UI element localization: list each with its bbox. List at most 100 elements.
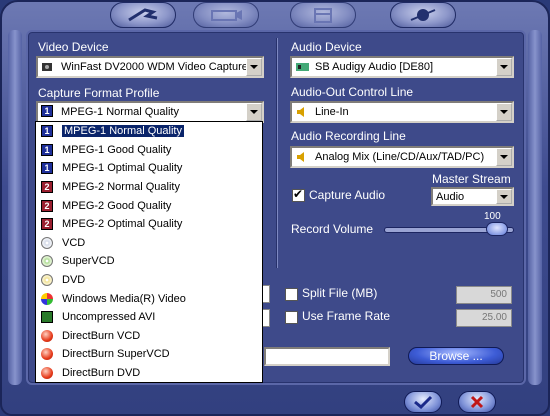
wmv-icon [40,292,54,305]
mpeg1-icon: 1 [40,125,54,138]
burn-icon [40,348,54,361]
profile-option[interactable]: 1 MPEG-1 Good Quality [36,141,262,160]
profile-option[interactable]: 1 MPEG-1 Normal Quality [36,122,262,141]
audio-recording-select[interactable]: Analog Mix (Line/CD/Aux/TAD/PC) [290,146,514,168]
profile-option-label: DVD [62,274,86,287]
audio-recording-value: Analog Mix (Line/CD/Aux/TAD/PC) [315,151,485,163]
tab-video[interactable] [193,2,259,28]
calendar-icon [314,8,332,23]
profile-option[interactable]: DirectBurn DVD [36,364,262,383]
split-file-label: Split File (MB) [302,286,378,300]
hidden-field-edge [262,285,270,303]
chevron-down-icon[interactable] [246,103,262,121]
profile-option-label: MPEG-1 Normal Quality [61,124,185,139]
profile-option-label: Windows Media(R) Video [62,292,186,305]
video-device-value: WinFast DV2000 WDM Video Capture. [61,61,246,73]
right-frame-strip [528,30,542,385]
svcd-icon [40,255,54,268]
record-volume-label: Record Volume [291,222,374,236]
profile-option-label: DirectBurn DVD [62,367,141,380]
checkmark-icon [414,395,433,409]
mpeg1-icon: 1 [40,162,54,175]
speaker-icon [295,105,311,119]
chevron-down-icon[interactable] [496,58,512,76]
left-frame-strip [8,30,22,385]
audio-device-select[interactable]: SB Audigy Audio [DE80] [290,56,514,78]
cd-icon [40,236,54,249]
profile-option[interactable]: 2 MPEG-2 Normal Quality [36,178,262,197]
profile-option[interactable]: Uncompressed AVI [36,308,262,327]
profile-option-label: VCD [62,236,86,249]
frame-rate-checkbox[interactable] [285,311,298,324]
browse-button[interactable]: Browse ... [408,347,504,365]
tab-advanced[interactable] [390,2,456,28]
profile-option-label: DirectBurn VCD [62,329,141,342]
mpeg1-icon: 1 [41,105,57,119]
ok-button[interactable] [404,391,442,413]
video-icon [211,10,242,21]
frame-rate-label: Use Frame Rate [302,309,391,323]
video-device-select[interactable]: WinFast DV2000 WDM Video Capture. [36,56,264,78]
master-stream-value: Audio [436,190,465,203]
capture-audio-checkbox[interactable] [292,187,305,202]
capture-profile-dropdown-list[interactable]: 1 MPEG-1 Normal Quality 1 MPEG-1 Good Quali… [35,121,263,383]
profile-option-label: MPEG-1 Good Quality [62,143,172,156]
avi-icon [40,311,54,324]
profile-option[interactable]: DirectBurn VCD [36,327,262,346]
output-path-field[interactable] [264,347,390,366]
burn-icon [40,329,54,342]
profile-option[interactable]: VCD [36,234,262,253]
mpeg1-icon: 1 [40,143,54,156]
column-divider [276,38,278,268]
video-device-label: Video Device [38,40,109,54]
speaker-icon [295,150,311,164]
record-volume-value: 100 [484,211,501,222]
capture-audio-label: Capture Audio [309,188,386,202]
mpeg2-icon: 2 [40,218,54,231]
mpeg2-icon: 2 [40,181,54,194]
audio-out-select[interactable]: Line-In [290,101,514,123]
audio-recording-label: Audio Recording Line [291,129,406,143]
profile-option[interactable]: 1 MPEG-1 Optimal Quality [36,159,262,178]
audio-device-value: SB Audigy Audio [DE80] [315,61,434,73]
burn-icon [40,367,54,380]
record-volume-thumb[interactable] [486,222,508,236]
capture-profile-value: MPEG-1 Normal Quality [61,106,179,118]
capture-profile-label: Capture Format Profile [38,86,160,100]
profile-option-label: MPEG-2 Good Quality [62,199,172,212]
chevron-down-icon[interactable] [246,58,262,76]
camera-icon [41,60,57,74]
tab-capture-tools[interactable] [110,2,176,28]
profile-option[interactable]: SuperVCD [36,252,262,271]
close-icon [470,395,484,409]
profile-option-label: MPEG-2 Normal Quality [62,181,180,194]
capture-profile-select[interactable]: 1 MPEG-1 Normal Quality [36,101,264,123]
profile-option[interactable]: 2 MPEG-2 Good Quality [36,196,262,215]
tab-schedule[interactable] [290,2,356,28]
profile-option-label: DirectBurn SuperVCD [62,348,170,361]
profile-option[interactable]: DVD [36,271,262,290]
split-file-checkbox[interactable] [285,288,298,301]
profile-option-label: Uncompressed AVI [62,311,156,324]
master-stream-select[interactable]: Audio [431,187,514,206]
mpeg2-icon: 2 [40,199,54,212]
profile-option[interactable]: DirectBurn SuperVCD [36,345,262,364]
profile-option[interactable]: Windows Media(R) Video [36,289,262,308]
audio-device-label: Audio Device [291,40,362,54]
soundcard-icon [295,60,311,74]
master-stream-label: Master Stream [432,172,511,186]
chevron-down-icon[interactable] [496,148,512,166]
audio-out-label: Audio-Out Control Line [291,85,414,99]
profile-option[interactable]: 2 MPEG-2 Optimal Quality [36,215,262,234]
chevron-down-icon[interactable] [496,189,512,204]
profile-option-label: SuperVCD [62,255,115,268]
chevron-down-icon[interactable] [496,103,512,121]
split-file-input[interactable]: 500 [456,286,512,304]
tools-icon [128,8,158,22]
cancel-button[interactable] [458,391,496,413]
wizard-icon [410,9,436,21]
frame-rate-input[interactable]: 25.00 [456,309,512,327]
profile-option-label: MPEG-2 Optimal Quality [62,218,183,231]
profile-option-label: MPEG-1 Optimal Quality [62,162,183,175]
dvd-icon [40,274,54,287]
